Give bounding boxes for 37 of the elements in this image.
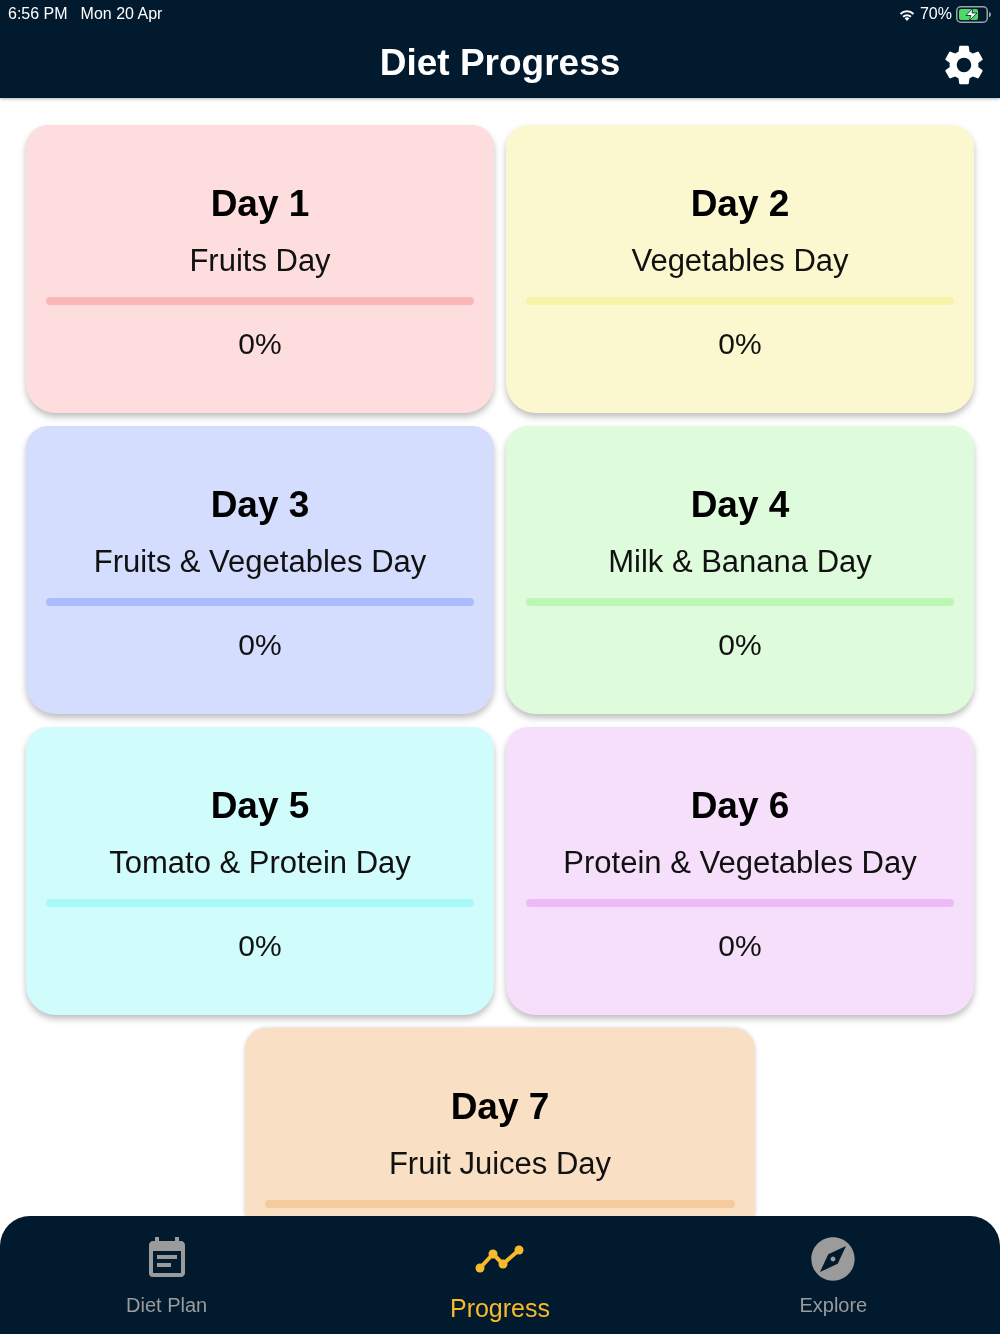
day-card[interactable]: Day 4 Milk & Banana Day 0%: [506, 426, 974, 714]
day-card[interactable]: Day 2 Vegetables Day 0%: [506, 125, 974, 413]
status-date: Mon 20 Apr: [80, 5, 163, 23]
progress-percentage: 0%: [718, 928, 762, 964]
line-chart-icon: [475, 1244, 525, 1274]
day-title: Day 5: [210, 784, 310, 828]
day-card[interactable]: Day 5 Tomato & Protein Day 0%: [26, 727, 494, 1015]
tab-bar-item[interactable]: Progress: [333, 1216, 667, 1334]
day-title: Day 7: [450, 1085, 550, 1129]
day-title: Day 3: [210, 483, 310, 527]
progress-percentage: 0%: [238, 326, 282, 362]
progress-percentage: 0%: [718, 326, 762, 362]
tab-bar-item[interactable]: Explore: [666, 1216, 1000, 1334]
day-theme: Vegetables Day: [631, 242, 849, 280]
day-title: Day 6: [690, 784, 790, 828]
day-card[interactable]: Day 7 Fruit Juices Day: [245, 1028, 755, 1216]
progress-percentage: 0%: [718, 627, 762, 663]
day-card[interactable]: Day 1 Fruits Day 0%: [26, 125, 494, 413]
day-theme: Fruits Day: [189, 242, 331, 280]
day-title: Day 1: [210, 182, 310, 226]
progress-percentage: 0%: [238, 627, 282, 663]
progress-percentage: 0%: [238, 928, 282, 964]
wifi-icon: [897, 7, 916, 21]
tab-bar-item[interactable]: Diet Plan: [0, 1216, 334, 1334]
battery-charging-icon: [956, 5, 992, 23]
day-card[interactable]: Day 3 Fruits & Vegetables Day 0%: [26, 426, 494, 714]
day-title: Day 4: [690, 483, 790, 527]
day-theme: Protein & Vegetables Day: [563, 844, 917, 882]
page-title: Diet Progress: [379, 42, 621, 84]
status-time: 6:56 PM: [8, 5, 68, 23]
day-theme: Fruit Juices Day: [388, 1145, 612, 1183]
day-theme: Fruits & Vegetables Day: [93, 543, 427, 581]
day-title: Day 2: [690, 182, 790, 226]
day-theme: Milk & Banana Day: [608, 543, 872, 581]
day-theme: Tomato & Protein Day: [109, 844, 411, 882]
day-card[interactable]: Day 6 Protein & Vegetables Day 0%: [506, 727, 974, 1015]
battery-percentage: 70%: [919, 5, 952, 23]
